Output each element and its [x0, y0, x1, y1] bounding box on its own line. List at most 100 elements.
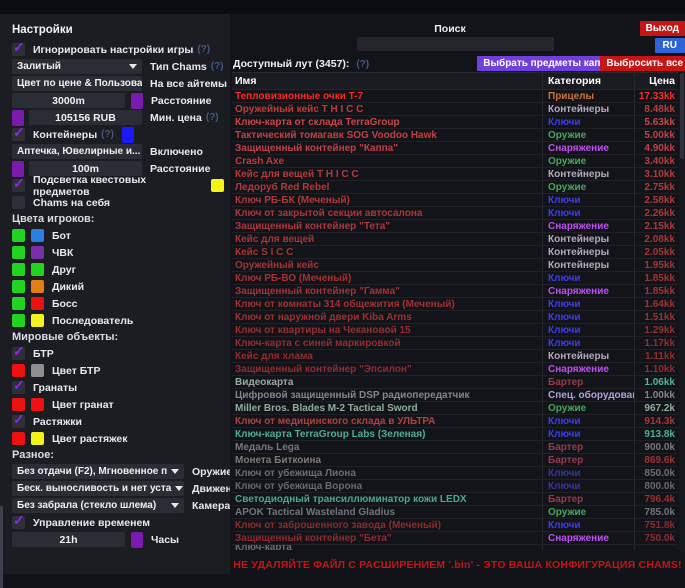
table-row[interactable]: Ключ от комнаты 314 общежития (Меченый) … — [232, 298, 678, 311]
table-row[interactable]: Защищенный контейнер "Гамма" Снаряжение … — [232, 285, 678, 298]
misc-select[interactable]: Без отдачи (F2), Мгновенное п — [12, 464, 184, 479]
table-row[interactable]: Светодиодный трансиллюминатор кожи LEDX … — [232, 493, 678, 506]
help-icon[interactable]: (?) — [356, 59, 369, 70]
table-row[interactable]: Ключ от заброшенного завода (Меченый) Кл… — [232, 519, 678, 532]
color-mode-value: Цвет по цене & Пользователь — [17, 78, 142, 89]
table-row[interactable]: Кейс для хлама Контейнеры 1.11kk — [232, 350, 678, 363]
item-price: 3.40kk — [634, 155, 678, 167]
table-row[interactable]: Защищенный контейнер "Эпсилон" Снаряжени… — [232, 363, 678, 376]
table-row[interactable]: Ключ от квартиры на Чекановой 15 Ключи 1… — [232, 324, 678, 337]
table-row[interactable]: Miller Bros. Blades M-2 Tactical Sword О… — [232, 402, 678, 415]
settings-scrollbar[interactable] — [0, 506, 3, 588]
container-types-select[interactable]: Аптечка, Ювелирные и... — [12, 144, 142, 159]
containers-checkbox[interactable] — [12, 128, 25, 141]
tripwire-color-swatch-1[interactable] — [12, 432, 25, 445]
search-input[interactable] — [357, 37, 554, 51]
table-row[interactable]: Ледоруб Red Rebel Оружие 2.75kk — [232, 181, 678, 194]
distance-color-swatch[interactable] — [131, 93, 143, 109]
item-category: Ключи — [542, 519, 634, 531]
table-row[interactable]: APOK Tactical Wasteland Gladius Оружие 7… — [232, 506, 678, 519]
quest-items-checkbox[interactable] — [12, 179, 25, 192]
header-category[interactable]: Категория — [542, 73, 634, 89]
player-type-color-swatch[interactable] — [31, 314, 44, 327]
item-category: Ключи — [542, 428, 634, 440]
table-scrollbar-thumb[interactable] — [680, 73, 684, 159]
header-name[interactable]: Имя — [232, 75, 542, 87]
table-row[interactable]: Оружейный кейс Контейнеры 1.95kk — [232, 259, 678, 272]
table-row[interactable]: Защищенный контейнер "Бета" Снаряжение 7… — [232, 532, 678, 545]
item-category: Ключи — [542, 337, 634, 349]
chams-self-checkbox[interactable] — [12, 196, 25, 209]
visibility-color-swatch[interactable] — [12, 246, 25, 259]
table-row[interactable]: Ключ от убежища Лиона Ключи 850.0k — [232, 467, 678, 480]
item-category: Оружие — [542, 506, 634, 518]
player-type-color-swatch[interactable] — [31, 297, 44, 310]
language-button[interactable]: RU — [655, 38, 685, 53]
table-row[interactable]: Монета Биткоина Бартер 869.6k — [232, 454, 678, 467]
help-icon[interactable]: (?) — [211, 61, 224, 72]
help-icon[interactable]: (?) — [101, 129, 114, 140]
time-input[interactable]: 21h — [12, 532, 125, 547]
table-row[interactable]: Защищенный контейнер "Тета" Снаряжение 2… — [232, 220, 678, 233]
table-row[interactable]: Видеокарта Бартер 1.06kk — [232, 376, 678, 389]
table-row[interactable]: Тактический томагавк SOG Voodoo Hawk Ору… — [232, 129, 678, 142]
item-name: Ключ от закрытой секции автосалона — [232, 208, 542, 219]
table-row[interactable]: Защищенный контейнер "Каппа" Снаряжение … — [232, 142, 678, 155]
item-category — [542, 545, 634, 550]
table-row[interactable]: Медаль Lega Бартер 900.0k — [232, 441, 678, 454]
quest-items-color-swatch[interactable] — [211, 179, 224, 192]
chams-type-select[interactable]: Залитый — [12, 59, 142, 74]
table-row[interactable]: Crash Axe Оружие 3.40kk — [232, 155, 678, 168]
help-icon[interactable]: (?) — [197, 44, 210, 55]
header-price[interactable]: Цена — [634, 73, 678, 89]
visibility-color-swatch[interactable] — [12, 314, 25, 327]
table-row[interactable]: Цифровой защищенный DSP радиопередатчик … — [232, 389, 678, 402]
table-row[interactable]: Ключ от медицинского склада в УЛЬТРА Клю… — [232, 415, 678, 428]
player-type-color-swatch[interactable] — [31, 246, 44, 259]
containers-color-swatch[interactable] — [122, 127, 134, 143]
ignore-game-settings-checkbox[interactable] — [12, 43, 25, 56]
visibility-color-swatch[interactable] — [12, 297, 25, 310]
table-row[interactable]: Ключ-карта с синей маркировкой Ключи 1.1… — [232, 337, 678, 350]
time-control-checkbox[interactable] — [12, 516, 25, 529]
visibility-color-swatch[interactable] — [12, 229, 25, 242]
visibility-color-swatch[interactable] — [12, 280, 25, 293]
table-scrollbar[interactable] — [679, 72, 685, 552]
player-type-color-swatch[interactable] — [31, 280, 44, 293]
table-row[interactable]: Ключ от закрытой секции автосалона Ключи… — [232, 207, 678, 220]
table-row[interactable]: Ключ от наружной двери Kiba Arms Ключи 1… — [232, 311, 678, 324]
table-row[interactable]: Кейс S I C C Контейнеры 2.05kk — [232, 246, 678, 259]
table-row[interactable]: Ключ РБ-ВО (Меченый) Ключи 1.85kk — [232, 272, 678, 285]
table-row[interactable]: Ключ-карта TerraGroup Labs (Зеленая) Клю… — [232, 428, 678, 441]
tripwire-color-swatch-2[interactable] — [31, 432, 44, 445]
table-row-partial[interactable]: Ключ-карта — [232, 545, 678, 550]
exit-button[interactable]: Выход — [640, 21, 685, 36]
btr-checkbox[interactable] — [12, 347, 25, 360]
color-mode-select[interactable]: Цвет по цене & Пользователь — [12, 76, 142, 91]
table-row[interactable]: Ключ-карта от склада TerraGroup Ключи 5.… — [232, 116, 678, 129]
table-row[interactable]: Кейс для вещей T H I C C Контейнеры 3.10… — [232, 168, 678, 181]
table-row[interactable]: Ключ РБ-БК (Меченый) Ключи 2.58kk — [232, 194, 678, 207]
grenade-color-swatch-1[interactable] — [12, 398, 25, 411]
drop-all-button[interactable]: Выбросить все — [600, 56, 685, 71]
time-color-swatch[interactable] — [131, 532, 143, 548]
select-kappa-items-button[interactable]: Выбрать предметы каппа — [477, 56, 618, 71]
grenades-checkbox[interactable] — [12, 381, 25, 394]
min-price-input[interactable]: 105156 RUB — [29, 110, 142, 125]
table-row[interactable]: Тепловизионные очки T-7 Прицелы 17.33kk — [232, 90, 678, 103]
grenade-color-swatch-2[interactable] — [31, 398, 44, 411]
btr-color-swatch-1[interactable] — [12, 364, 25, 377]
tripwires-checkbox[interactable] — [12, 415, 25, 428]
table-row[interactable]: Кейс для вещей Контейнеры 2.08kk — [232, 233, 678, 246]
misc-select[interactable]: Без забрала (стекло шлема) — [12, 498, 184, 513]
player-type-color-swatch[interactable] — [31, 229, 44, 242]
table-row[interactable]: Оружейный кейс T H I C C Контейнеры 8.48… — [232, 103, 678, 116]
btr-color-swatch-2[interactable] — [31, 364, 44, 377]
visibility-color-swatch[interactable] — [12, 263, 25, 276]
help-icon[interactable]: (?) — [206, 112, 219, 123]
min-price-row: 105156 RUB Мин. цена (?) — [12, 109, 224, 126]
player-type-color-swatch[interactable] — [31, 263, 44, 276]
table-row[interactable]: Ключ от убежища Ворона Ключи 800.0k — [232, 480, 678, 493]
misc-select[interactable]: Беск. выносливость и нет уста — [12, 481, 184, 496]
distance-input[interactable]: 3000m — [12, 93, 125, 108]
